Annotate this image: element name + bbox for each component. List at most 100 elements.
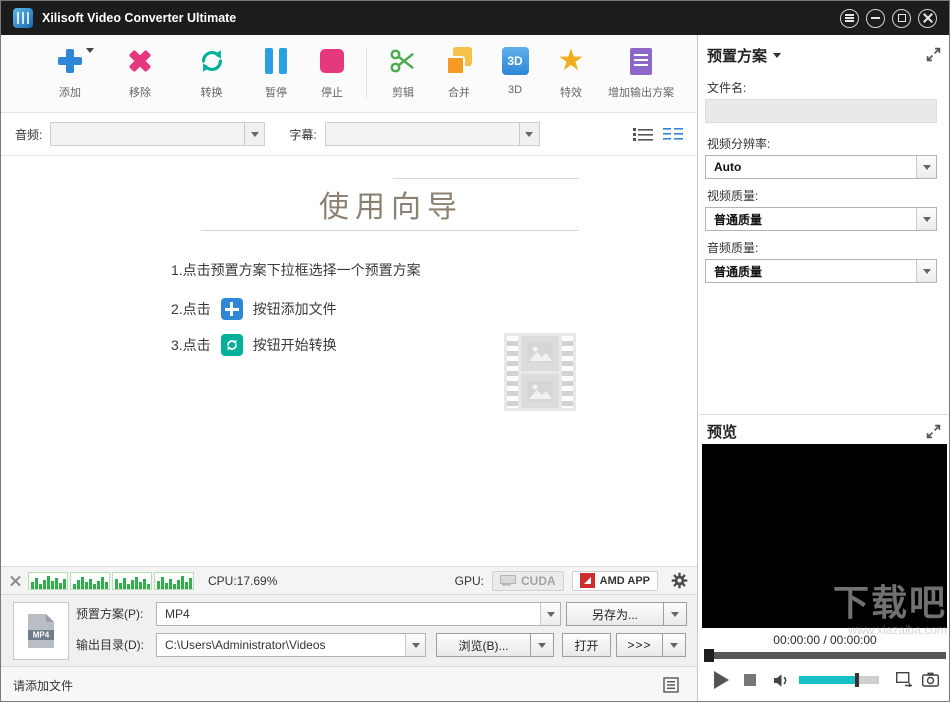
toolbar-separator — [366, 47, 367, 99]
output-preset-value: MP4 — [165, 607, 190, 621]
seek-bar[interactable] — [704, 649, 946, 662]
preview-panel-header: 预览 — [707, 421, 737, 442]
preset-panel-title: 预置方案 — [707, 48, 768, 65]
app-logo-icon — [13, 8, 33, 28]
3d-button[interactable]: 3D 3D — [487, 45, 543, 96]
add-profile-button[interactable]: 增加输出方案 — [599, 45, 683, 100]
volume-handle[interactable] — [855, 673, 859, 687]
add-files-button[interactable]: 添加 — [35, 45, 105, 100]
remove-icon — [119, 40, 161, 82]
minimize-button[interactable] — [866, 8, 885, 28]
clip-label: 剪辑 — [392, 87, 414, 99]
wizard-title: 使用向导 — [319, 190, 463, 225]
save-as-dropdown-arrow[interactable] — [664, 602, 687, 626]
audio-quality-dropdown[interactable]: 普通质量 — [705, 259, 937, 283]
preset-panel-header[interactable]: 预置方案 — [707, 45, 782, 66]
add-dropdown-caret-icon[interactable] — [86, 48, 94, 53]
audio-dropdown-arrow-icon — [244, 123, 265, 145]
add-icon — [55, 46, 85, 76]
preset-output-label: 预置方案(P): — [76, 607, 144, 621]
play-button[interactable] — [714, 671, 729, 689]
film-sprockets-right — [562, 336, 573, 408]
stop-button[interactable]: 停止 — [304, 45, 360, 100]
remove-button[interactable]: 移除 — [105, 45, 175, 100]
list-view-icon[interactable] — [633, 127, 653, 142]
status-message: 请添加文件 — [13, 678, 74, 693]
effects-button[interactable]: ★ 特效 — [543, 45, 599, 100]
monitor-close-icon[interactable] — [9, 574, 22, 587]
cuda-toggle[interactable]: CUDA — [492, 570, 564, 591]
more-dropdown-arrow[interactable] — [663, 633, 686, 657]
scissors-icon — [388, 45, 418, 77]
close-icon — [923, 13, 933, 23]
usage-chart — [112, 571, 152, 590]
cpu-usage: CPU:17.69% — [208, 573, 278, 588]
wizard-rule-bottom — [201, 230, 579, 231]
wizard-step-1-text: 1.点击预置方案下拉框选择一个预置方案 — [171, 262, 421, 278]
stop-icon — [320, 49, 344, 73]
maximize-button[interactable] — [892, 8, 911, 28]
resolution-arrow-icon — [916, 156, 936, 178]
close-button[interactable] — [918, 8, 937, 28]
preview-expand-icon[interactable] — [926, 424, 941, 439]
subtitle-dropdown[interactable] — [324, 122, 540, 146]
output-settings-panel: MP4 预置方案(P): MP4 另存为... 输出目录(D): C:\User… — [1, 594, 697, 666]
audio-quality-value: 普通质量 — [714, 264, 763, 279]
volume-icon[interactable] — [773, 673, 790, 688]
snapshot-camera-icon[interactable] — [922, 672, 939, 687]
resolution-label: 视频分辨率: — [707, 137, 771, 151]
log-panel-icon[interactable] — [663, 677, 679, 693]
minimize-icon — [871, 17, 880, 19]
clip-button[interactable]: 剪辑 — [375, 45, 431, 100]
mini-convert-icon — [220, 334, 243, 356]
add-label: 添加 — [59, 87, 81, 99]
more-actions-button[interactable]: >>> — [616, 633, 663, 657]
preset-expand-icon[interactable] — [926, 47, 941, 62]
profile-page-icon — [630, 47, 652, 75]
amd-label: AMD APP — [599, 574, 650, 587]
right-panel: 预置方案 文件名: 视频分辨率: Auto 视频质量: 普通质量 音频质量: 普… — [699, 35, 949, 701]
wizard-step-3-prefix: 3.点击 — [171, 337, 211, 353]
preview-panel-title: 预览 — [707, 424, 738, 441]
output-format-thumbnail: MP4 — [13, 602, 69, 660]
detail-view-icon[interactable] — [663, 127, 683, 142]
audio-track-dropdown[interactable] — [50, 122, 266, 146]
usage-chart — [70, 571, 110, 590]
resolution-value: Auto — [714, 160, 742, 174]
grab-frame-icon[interactable] — [896, 672, 913, 687]
amd-app-toggle[interactable]: AMD APP — [571, 570, 658, 591]
effects-label: 特效 — [560, 87, 582, 99]
resolution-dropdown[interactable]: Auto — [705, 155, 937, 179]
merge-button[interactable]: 合并 — [431, 45, 487, 100]
browse-button[interactable]: 浏览(B)... — [436, 633, 531, 657]
wizard-rule-top — [393, 178, 579, 179]
settings-gear-icon[interactable] — [670, 571, 689, 590]
wizard-step-2-suffix: 按钮添加文件 — [252, 301, 337, 317]
subtitle-dropdown-arrow-icon — [518, 123, 539, 145]
add-profile-label: 增加输出方案 — [608, 87, 674, 99]
3d-label: 3D — [507, 84, 523, 96]
preview-stop-button[interactable] — [744, 674, 756, 686]
seek-handle[interactable] — [704, 649, 714, 662]
menu-button[interactable] — [840, 8, 859, 28]
open-folder-button[interactable]: 打开 — [562, 633, 611, 657]
volume-slider[interactable] — [799, 673, 879, 687]
main-column: 添加 移除 转换 暂停 停止 剪辑 合并 3D 3D ★ 特效 增加输出方案 音… — [1, 35, 698, 701]
video-quality-arrow-icon — [916, 208, 936, 230]
save-as-button[interactable]: 另存为... — [566, 602, 664, 626]
video-quality-dropdown[interactable]: 普通质量 — [705, 207, 937, 231]
filename-input[interactable] — [705, 99, 937, 123]
wizard-step-3: 3.点击 按钮开始转换 — [171, 334, 337, 356]
output-dir-dropdown[interactable]: C:\Users\Administrator\Videos — [156, 633, 426, 657]
pause-button[interactable]: 暂停 — [248, 45, 304, 100]
system-monitor-bar: CPU:17.69% GPU: CUDA AMD APP — [1, 566, 697, 594]
app-window: Xilisoft Video Converter Ultimate 添加 移除 — [0, 0, 950, 702]
output-preset-dropdown[interactable]: MP4 — [156, 602, 561, 626]
video-quality-label: 视频质量: — [707, 189, 759, 203]
film-placeholder — [504, 333, 576, 411]
convert-button[interactable]: 转换 — [175, 45, 248, 100]
window-controls — [840, 8, 937, 28]
browse-dropdown-arrow[interactable] — [531, 633, 554, 657]
wizard-step-1: 1.点击预置方案下拉框选择一个预置方案 — [171, 260, 421, 280]
preview-screen — [702, 444, 947, 628]
